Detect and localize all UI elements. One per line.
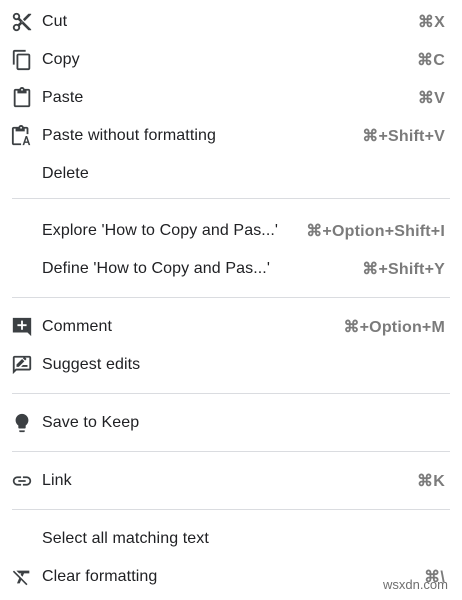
- paste-without-formatting-label: Paste without formatting: [42, 127, 217, 144]
- suggest-edits-label: Suggest edits: [42, 356, 141, 373]
- copy-label: Copy: [42, 51, 80, 68]
- clear-formatting-label: Clear formatting: [42, 568, 158, 585]
- paste-shortcut: ⌘V: [417, 90, 445, 107]
- copy-icon: [10, 48, 34, 72]
- define-label: Define 'How to Copy and Pas...': [42, 260, 270, 277]
- paste-without-formatting-shortcut: ⌘+Shift+V: [362, 128, 445, 145]
- menu-item-copy[interactable]: Copy ⌘C: [0, 42, 462, 78]
- comment-label: Comment: [42, 318, 113, 335]
- clear-format-icon: [10, 565, 34, 589]
- menu-item-link[interactable]: Link ⌘K: [0, 463, 462, 499]
- menu-item-define[interactable]: Define 'How to Copy and Pas...' ⌘+Shift+…: [0, 251, 462, 287]
- menu-item-comment[interactable]: Comment ⌘+Option+M: [0, 309, 462, 345]
- menu-item-save-to-keep[interactable]: Save to Keep: [0, 405, 462, 441]
- define-shortcut: ⌘+Shift+Y: [362, 261, 445, 278]
- suggest-edits-icon: [10, 353, 34, 377]
- delete-label: Delete: [42, 165, 89, 182]
- comment-shortcut: ⌘+Option+M: [343, 319, 445, 336]
- menu-item-paste-without-formatting[interactable]: Paste without formatting ⌘+Shift+V: [0, 118, 462, 154]
- copy-shortcut: ⌘C: [417, 52, 445, 69]
- explore-label: Explore 'How to Copy and Pas...': [42, 222, 279, 239]
- menu-item-suggest-edits[interactable]: Suggest edits: [0, 347, 462, 383]
- divider: [12, 509, 450, 510]
- divider: [12, 393, 450, 394]
- link-label: Link: [42, 472, 72, 489]
- link-shortcut: ⌘K: [417, 473, 445, 490]
- divider: [12, 297, 450, 298]
- divider: [12, 198, 450, 199]
- menu-item-cut[interactable]: Cut ⌘X: [0, 4, 462, 40]
- menu-item-explore[interactable]: Explore 'How to Copy and Pas...' ⌘+Optio…: [0, 213, 462, 249]
- add-comment-icon: [10, 315, 34, 339]
- context-menu: Cut ⌘X Copy ⌘C Paste ⌘V Paste without fo…: [0, 0, 462, 600]
- clipboard-plain-icon: [10, 124, 34, 148]
- menu-item-paste[interactable]: Paste ⌘V: [0, 80, 462, 116]
- menu-item-select-all-matching-text[interactable]: Select all matching text: [0, 521, 462, 557]
- lightbulb-icon: [10, 411, 34, 435]
- scissors-icon: [10, 10, 34, 34]
- cut-label: Cut: [42, 13, 68, 30]
- explore-shortcut: ⌘+Option+Shift+I: [306, 223, 445, 240]
- link-icon: [10, 469, 34, 493]
- save-to-keep-label: Save to Keep: [42, 414, 140, 431]
- cut-shortcut: ⌘X: [417, 14, 445, 31]
- select-all-matching-text-label: Select all matching text: [42, 530, 209, 547]
- watermark: wsxdn.com: [382, 577, 448, 592]
- menu-item-delete[interactable]: Delete: [0, 156, 462, 192]
- divider: [12, 451, 450, 452]
- paste-label: Paste: [42, 89, 84, 106]
- clipboard-icon: [10, 86, 34, 110]
